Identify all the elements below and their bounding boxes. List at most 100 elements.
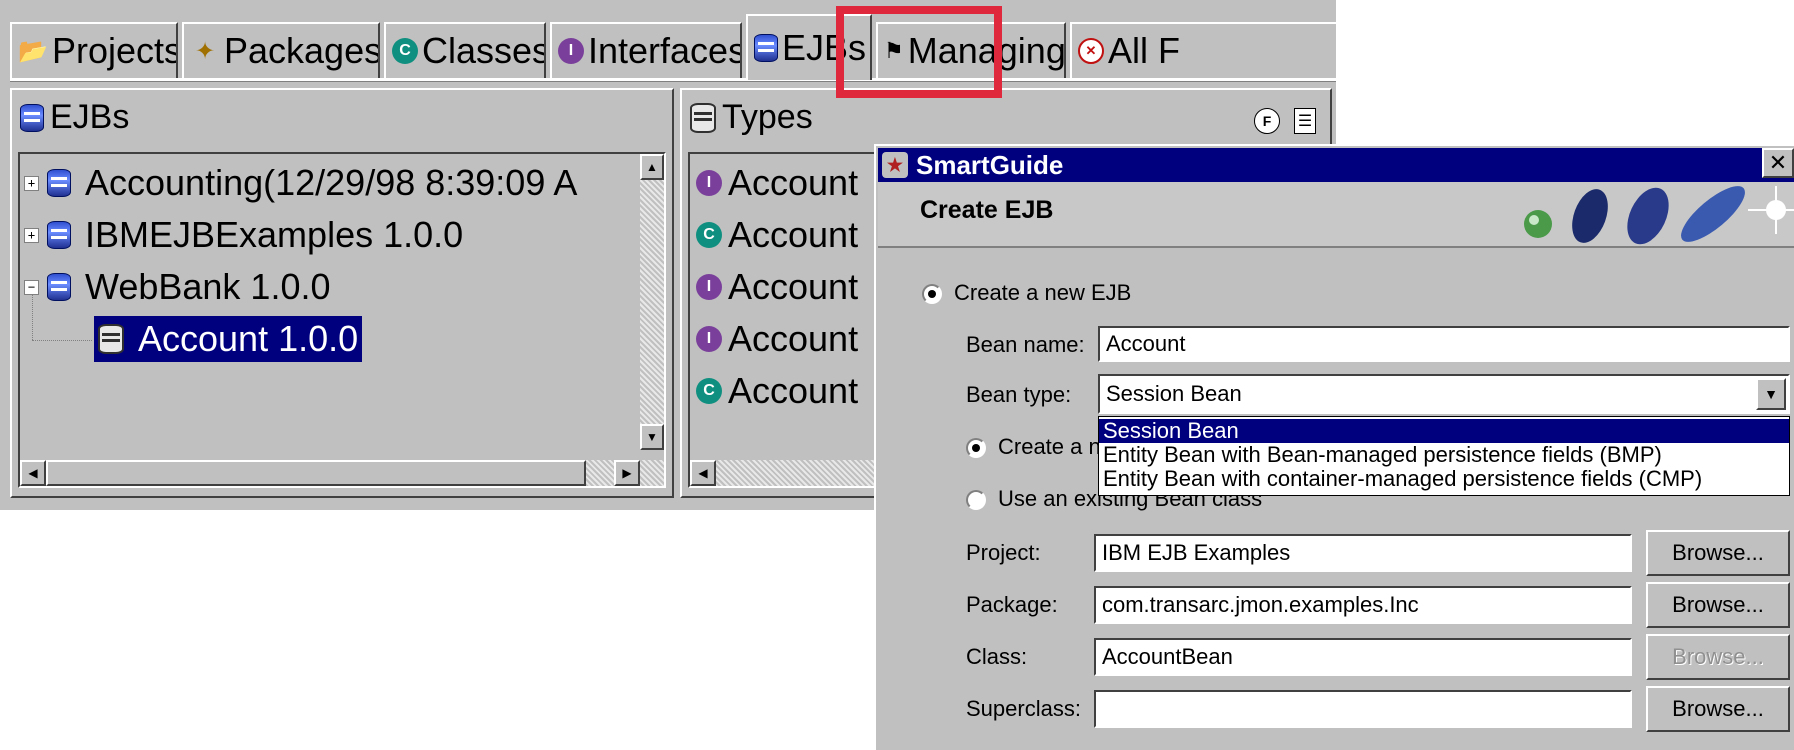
dialog-banner: Create EJB xyxy=(878,182,1794,248)
types-pane-title: Types xyxy=(690,98,813,137)
radio-indicator[interactable] xyxy=(922,284,942,305)
bean-icon xyxy=(98,324,124,354)
ejb-group-icon xyxy=(47,221,71,249)
tab-label: All F xyxy=(1108,30,1180,71)
bean-type-label: Bean type: xyxy=(966,382,1072,407)
tab-all-problems[interactable]: ✕ All F xyxy=(1070,22,1336,78)
class-input[interactable]: AccountBean xyxy=(1094,638,1632,676)
project-input[interactable]: IBM EJB Examples xyxy=(1094,534,1632,572)
browse-class-button: Browse... xyxy=(1646,634,1790,680)
package-icon: ✦ xyxy=(194,37,216,65)
class-icon: C xyxy=(392,38,418,64)
package-label: Package: xyxy=(966,592,1058,617)
bean-type-dropdown-list[interactable]: Session Bean Entity Bean with Bean-manag… xyxy=(1098,416,1790,496)
bean-name-label: Bean name: xyxy=(966,332,1085,357)
expand-icon[interactable]: + xyxy=(24,227,39,243)
dialog-title: SmartGuide xyxy=(916,149,1064,180)
scroll-right-button[interactable]: ▶ xyxy=(614,460,640,486)
package-input[interactable]: com.transarc.jmon.examples.Inc xyxy=(1094,586,1632,624)
smartguide-icon: ★ xyxy=(882,152,908,178)
create-new-class-radio[interactable]: Create a n xyxy=(966,434,1101,460)
tree-connector xyxy=(32,340,92,341)
tab-classes[interactable]: C Classes xyxy=(384,22,546,78)
list-item[interactable]: I Account xyxy=(696,318,858,360)
dropdown-option[interactable]: Session Bean xyxy=(1099,418,1789,443)
browse-project-button[interactable]: Browse... xyxy=(1646,530,1790,576)
superclass-label: Superclass: xyxy=(966,696,1081,721)
scroll-down-button[interactable]: ▼ xyxy=(640,424,664,450)
scroll-thumb[interactable] xyxy=(46,460,586,486)
list-item[interactable]: I Account xyxy=(696,266,858,308)
interface-icon: I xyxy=(696,170,722,196)
tab-label: Interfaces xyxy=(588,30,742,71)
smartguide-dialog: ★ SmartGuide ✕ Create EJB Create a new E… xyxy=(874,144,1794,750)
list-item[interactable]: C Account xyxy=(696,214,858,256)
close-button[interactable]: ✕ xyxy=(1762,148,1794,178)
class-label: Class: xyxy=(966,644,1028,669)
radio-indicator[interactable] xyxy=(966,438,986,459)
superclass-input[interactable] xyxy=(1094,690,1632,728)
chevron-down-icon[interactable]: ▼ xyxy=(1756,378,1786,410)
tab-strip-baseline xyxy=(10,78,1336,82)
list-item-label: Account xyxy=(728,318,859,359)
dialog-subtitle: Create EJB xyxy=(920,196,1054,224)
list-view-icon[interactable]: ☰ xyxy=(1294,108,1316,134)
pane-title-label: EJBs xyxy=(50,98,130,136)
ejbs-pane-title: EJBs xyxy=(20,98,129,137)
banner-decoration-icon xyxy=(1524,186,1794,245)
ejb-icon xyxy=(20,103,44,132)
tree-item-label: IBMEJBExamples 1.0.0 xyxy=(85,214,464,255)
ejb-group-icon xyxy=(47,273,71,301)
ejb-icon xyxy=(754,34,778,62)
tree-item-accounting[interactable]: + Accounting(12/29/98 8:39:09 A xyxy=(24,162,577,204)
dropdown-option[interactable]: Entity Bean with container-managed persi… xyxy=(1099,466,1789,491)
browse-package-button[interactable]: Browse... xyxy=(1646,582,1790,628)
expand-icon[interactable]: + xyxy=(24,175,39,191)
tree-connector xyxy=(32,294,33,340)
tab-interfaces[interactable]: I Interfaces xyxy=(550,22,742,78)
bean-type-value: Session Bean xyxy=(1106,381,1242,406)
view-tab-strip: 📂 Projects ✦ Packages C Classes I Interf… xyxy=(10,14,1336,80)
tab-packages[interactable]: ✦ Packages xyxy=(182,22,380,78)
bean-name-input[interactable]: Account xyxy=(1098,326,1790,362)
tree-item-label: WebBank 1.0.0 xyxy=(85,266,331,307)
tab-projects[interactable]: 📂 Projects xyxy=(10,22,178,78)
pane-title-label: Types xyxy=(722,98,813,136)
class-icon: C xyxy=(696,222,722,248)
scroll-left-button[interactable]: ◀ xyxy=(20,460,46,486)
browse-superclass-button[interactable]: Browse... xyxy=(1646,686,1790,732)
interface-icon: I xyxy=(696,326,722,352)
scroll-left-button[interactable]: ◀ xyxy=(690,460,716,486)
tree-item-account-bean[interactable]: Account 1.0.0 xyxy=(94,316,363,362)
tree-item-label: Account 1.0.0 xyxy=(138,318,359,359)
types-icon xyxy=(690,102,716,133)
dropdown-option[interactable]: Entity Bean with Bean-managed persistenc… xyxy=(1099,442,1789,467)
tab-label: Classes xyxy=(422,30,546,71)
tree-item-webbank[interactable]: − WebBank 1.0.0 xyxy=(24,266,331,308)
horizontal-scrollbar[interactable]: ◀ ▶ xyxy=(20,460,664,486)
ejbs-pane: EJBs + Accounting(12/29/98 8:39:09 A + I… xyxy=(10,88,674,498)
list-item-label: Account xyxy=(728,214,859,255)
interface-icon: I xyxy=(696,274,722,300)
radio-label: Create a new EJB xyxy=(954,280,1132,305)
project-label: Project: xyxy=(966,540,1041,565)
ejbs-tab-highlight xyxy=(836,6,1002,98)
list-item-label: Account xyxy=(728,266,859,307)
tree-item-label: Accounting(12/29/98 8:39:09 A xyxy=(85,162,578,203)
list-item-label: Account xyxy=(728,370,859,411)
tree-item-ibmejbexamples[interactable]: + IBMEJBExamples 1.0.0 xyxy=(24,214,463,256)
bean-type-select[interactable]: Session Bean xyxy=(1098,374,1790,414)
create-new-ejb-radio[interactable]: Create a new EJB xyxy=(922,280,1131,306)
folder-icon: 📂 xyxy=(18,37,48,65)
filter-icon[interactable]: F xyxy=(1254,108,1280,134)
list-item[interactable]: C Account xyxy=(696,370,858,412)
collapse-icon[interactable]: − xyxy=(24,279,39,295)
scroll-up-button[interactable]: ▲ xyxy=(640,154,664,180)
vertical-scrollbar[interactable]: ▲ ▼ xyxy=(640,154,664,450)
ejbs-tree[interactable]: + Accounting(12/29/98 8:39:09 A + IBMEJB… xyxy=(18,152,666,488)
interface-icon: I xyxy=(558,38,584,64)
ejb-group-icon xyxy=(47,169,71,197)
list-item-label: Account xyxy=(728,162,859,203)
radio-indicator[interactable] xyxy=(966,490,986,511)
list-item[interactable]: I Account xyxy=(696,162,858,204)
